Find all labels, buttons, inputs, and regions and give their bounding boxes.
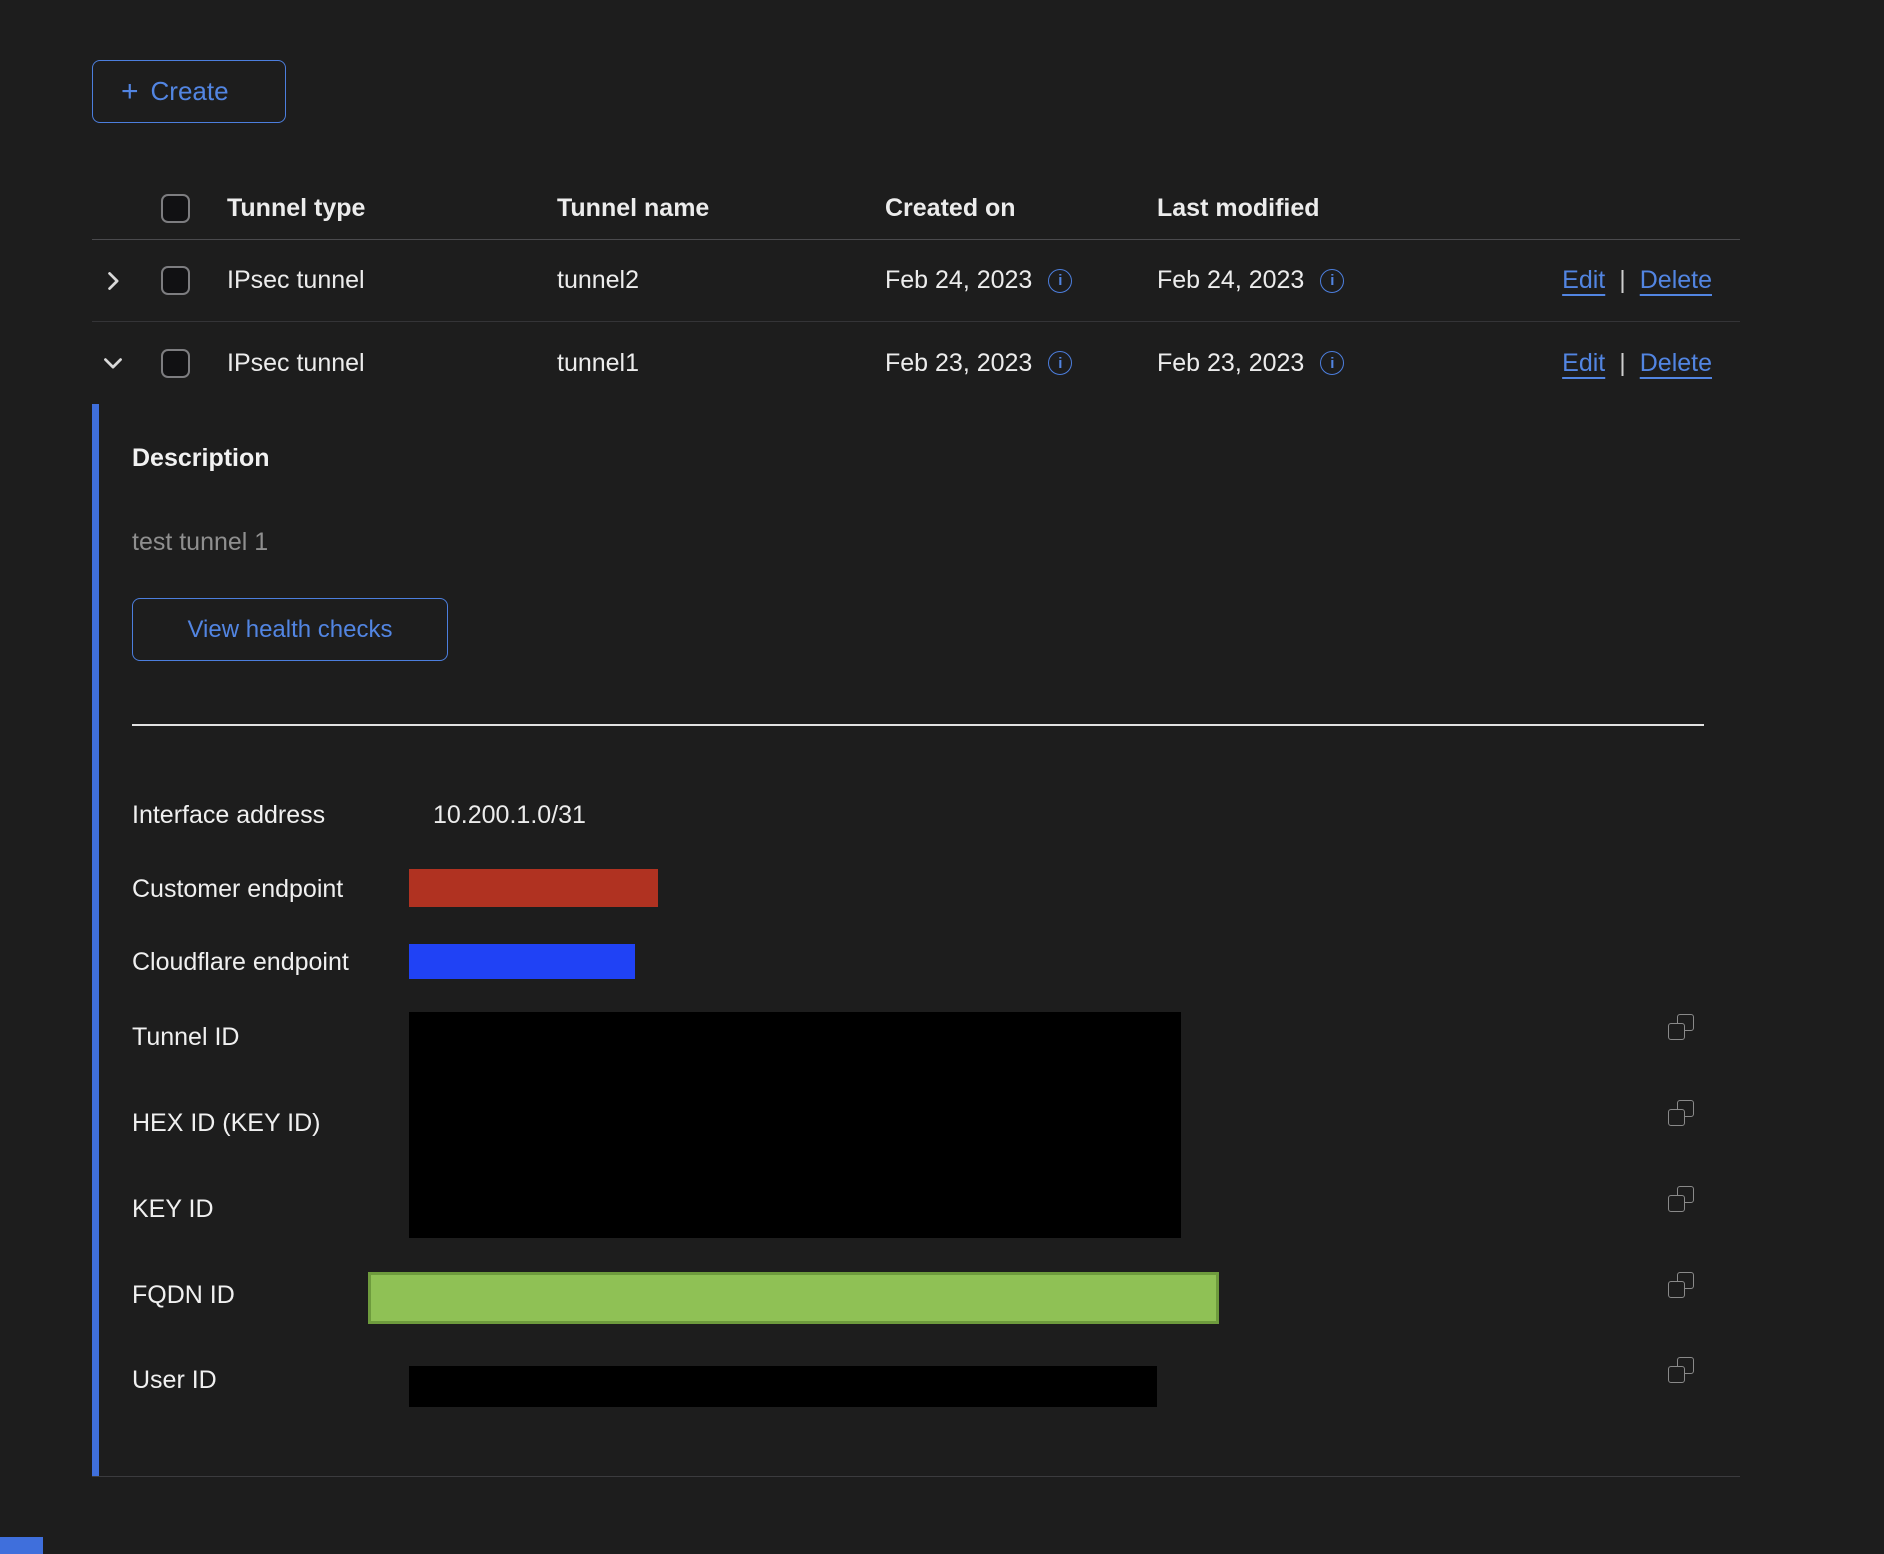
tunnels-page: + Create Tunnel type Tunnel name Created… xyxy=(0,0,1884,1554)
fqdn-id-redacted-value xyxy=(368,1272,1219,1324)
info-icon[interactable]: i xyxy=(1320,351,1344,375)
interface-address-value: 10.200.1.0/31 xyxy=(433,799,586,831)
panel-divider xyxy=(132,724,1704,726)
actions-separator: | xyxy=(1619,349,1626,378)
copy-icon[interactable] xyxy=(1668,1186,1694,1212)
tunnel-type-cell: IPsec tunnel xyxy=(227,349,557,378)
bottom-left-blue-fragment xyxy=(0,1537,43,1554)
delete-link[interactable]: Delete xyxy=(1640,266,1712,295)
user-id-redacted-value xyxy=(409,1366,1157,1407)
table-header-row: Tunnel type Tunnel name Created on Last … xyxy=(92,178,1740,240)
tunnel-name-cell: tunnel2 xyxy=(557,266,885,295)
header-last-modified: Last modified xyxy=(1157,194,1525,223)
cloudflare-endpoint-redacted-value xyxy=(409,944,635,979)
description-heading: Description xyxy=(132,444,270,473)
header-tunnel-type: Tunnel type xyxy=(227,194,557,223)
copy-icon[interactable] xyxy=(1668,1014,1694,1040)
customer-endpoint-label: Customer endpoint xyxy=(132,873,343,905)
row-checkbox[interactable] xyxy=(161,349,190,378)
table-row: IPsec tunnel tunnel1 Feb 23, 2023 i Feb … xyxy=(92,322,1740,404)
created-on-cell: Feb 23, 2023 xyxy=(885,349,1032,378)
interface-address-label: Interface address xyxy=(132,799,325,831)
ids-redacted-value xyxy=(409,1012,1181,1238)
create-button-label: Create xyxy=(151,76,229,107)
tunnel-detail-panel: Description test tunnel 1 View health ch… xyxy=(92,404,1740,1477)
plus-icon: + xyxy=(121,77,139,107)
create-button[interactable]: + Create xyxy=(92,60,286,123)
tunnel-type-cell: IPsec tunnel xyxy=(227,266,557,295)
edit-link[interactable]: Edit xyxy=(1562,349,1605,378)
table-row: IPsec tunnel tunnel2 Feb 24, 2023 i Feb … xyxy=(92,240,1740,322)
select-all-checkbox[interactable] xyxy=(161,194,190,223)
fqdn-id-label: FQDN ID xyxy=(132,1279,235,1311)
header-created-on: Created on xyxy=(885,194,1157,223)
last-modified-cell: Feb 24, 2023 xyxy=(1157,266,1304,295)
cloudflare-endpoint-label: Cloudflare endpoint xyxy=(132,946,349,978)
tunnel-name-cell: tunnel1 xyxy=(557,349,885,378)
panel-accent-bar xyxy=(92,404,99,1476)
copy-icon[interactable] xyxy=(1668,1272,1694,1298)
info-icon[interactable]: i xyxy=(1320,269,1344,293)
row-checkbox[interactable] xyxy=(161,266,190,295)
user-id-label: User ID xyxy=(132,1364,217,1396)
hex-id-label: HEX ID (KEY ID) xyxy=(132,1107,320,1139)
copy-icon[interactable] xyxy=(1668,1357,1694,1383)
tunnels-table: Tunnel type Tunnel name Created on Last … xyxy=(92,178,1740,404)
header-tunnel-name: Tunnel name xyxy=(557,194,885,223)
copy-icon[interactable] xyxy=(1668,1100,1694,1126)
actions-separator: | xyxy=(1619,266,1626,295)
delete-link[interactable]: Delete xyxy=(1640,349,1712,378)
chevron-down-icon[interactable] xyxy=(102,352,124,374)
view-health-checks-button[interactable]: View health checks xyxy=(132,598,448,661)
created-on-cell: Feb 24, 2023 xyxy=(885,266,1032,295)
customer-endpoint-redacted-value xyxy=(409,869,658,907)
last-modified-cell: Feb 23, 2023 xyxy=(1157,349,1304,378)
chevron-right-icon[interactable] xyxy=(102,270,124,292)
key-id-label: KEY ID xyxy=(132,1193,214,1225)
info-icon[interactable]: i xyxy=(1048,269,1072,293)
description-value: test tunnel 1 xyxy=(132,528,268,557)
tunnel-id-label: Tunnel ID xyxy=(132,1021,239,1053)
edit-link[interactable]: Edit xyxy=(1562,266,1605,295)
info-icon[interactable]: i xyxy=(1048,351,1072,375)
